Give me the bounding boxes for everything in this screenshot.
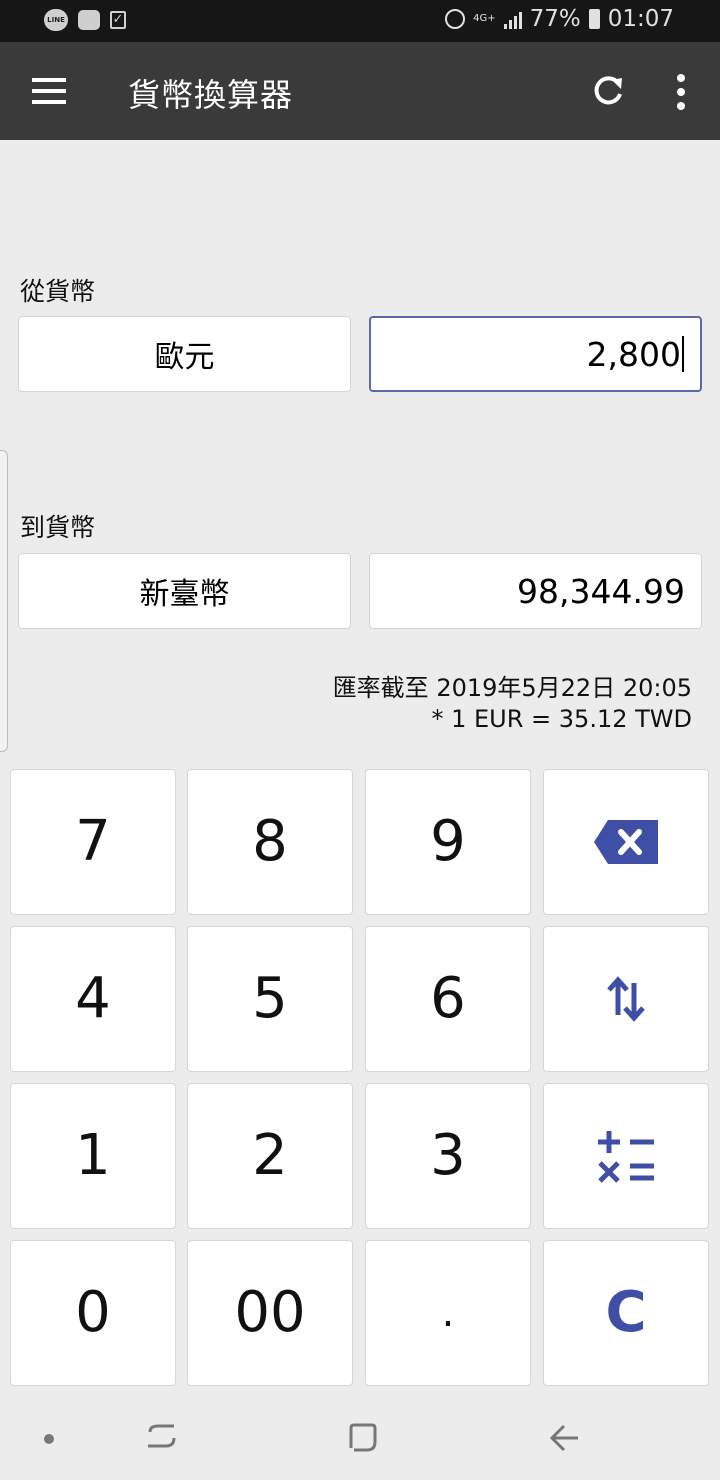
key-4[interactable]: 4: [10, 926, 176, 1072]
key-1-label: 1: [75, 1123, 111, 1188]
key-9-label: 9: [430, 809, 466, 874]
from-amount-input[interactable]: 2,800: [369, 316, 702, 392]
key-6-label: 6: [430, 966, 466, 1031]
nav-dot-icon[interactable]: [44, 1434, 54, 1444]
key-8[interactable]: 8: [187, 769, 353, 915]
key-4-label: 4: [75, 966, 111, 1031]
refresh-icon[interactable]: [588, 72, 628, 112]
key-7[interactable]: 7: [10, 769, 176, 915]
key-decimal-label: .: [441, 1290, 455, 1336]
to-amount-value: 98,344.99: [517, 571, 685, 611]
checklist-icon: ✓: [110, 11, 126, 29]
from-amount-value: 2,800: [586, 334, 681, 374]
key-0[interactable]: 0: [10, 1240, 176, 1386]
home-icon[interactable]: [347, 1422, 379, 1454]
key-decimal[interactable]: .: [365, 1240, 531, 1386]
navigation-bar: [0, 1396, 720, 1480]
alarm-icon: [445, 9, 466, 29]
recent-apps-icon[interactable]: [146, 1420, 178, 1452]
clear-label: C: [605, 1280, 647, 1345]
key-9[interactable]: 9: [365, 769, 531, 915]
network-type: 4G+: [473, 13, 496, 24]
text-cursor: [682, 336, 684, 372]
from-currency-name: 歐元: [154, 340, 215, 375]
clear-button[interactable]: C: [543, 1240, 709, 1386]
key-00[interactable]: 00: [187, 1240, 353, 1386]
from-currency-label: 從貨幣: [20, 277, 96, 306]
to-currency-selector[interactable]: 新臺幣: [18, 553, 351, 629]
back-icon[interactable]: [548, 1422, 580, 1454]
side-drawer-handle[interactable]: [0, 450, 8, 752]
key-2[interactable]: 2: [187, 1083, 353, 1229]
key-8-label: 8: [252, 809, 288, 874]
key-3[interactable]: 3: [365, 1083, 531, 1229]
app-bar: 貨幣換算器: [0, 42, 720, 140]
key-3-label: 3: [430, 1123, 466, 1188]
to-currency-name: 新臺幣: [139, 577, 230, 612]
key-00-label: 00: [234, 1280, 306, 1345]
keyboard-icon: [78, 10, 100, 30]
app-title: 貨幣換算器: [128, 76, 294, 114]
status-bar: LINE ✓ 4G+ 77% 01:07: [0, 0, 720, 42]
signal-icon: [503, 9, 522, 29]
calculator-icon: [598, 1131, 654, 1183]
more-vert-icon[interactable]: [672, 74, 690, 110]
rate-timestamp: 匯率截至 2019年5月22日 20:05: [332, 674, 692, 702]
key-7-label: 7: [75, 809, 111, 874]
battery-percent: 77%: [529, 6, 581, 32]
to-amount-field[interactable]: 98,344.99: [369, 553, 702, 629]
from-currency-selector[interactable]: 歐元: [18, 316, 351, 392]
key-1[interactable]: 1: [10, 1083, 176, 1229]
rate-formula: * 1 EUR = 35.12 TWD: [431, 705, 692, 733]
battery-icon: [588, 9, 600, 29]
clock: 01:07: [607, 6, 674, 32]
swap-icon: [607, 976, 645, 1022]
key-2-label: 2: [252, 1123, 288, 1188]
swap-button[interactable]: [543, 926, 709, 1072]
backspace-button[interactable]: [543, 769, 709, 915]
backspace-icon: [594, 820, 658, 864]
key-6[interactable]: 6: [365, 926, 531, 1072]
key-5-label: 5: [252, 966, 288, 1031]
key-5[interactable]: 5: [187, 926, 353, 1072]
to-currency-label: 到貨幣: [20, 513, 96, 542]
line-icon: LINE: [44, 9, 68, 31]
calculator-button[interactable]: [543, 1083, 709, 1229]
key-0-label: 0: [75, 1280, 111, 1345]
menu-icon[interactable]: [32, 78, 66, 104]
